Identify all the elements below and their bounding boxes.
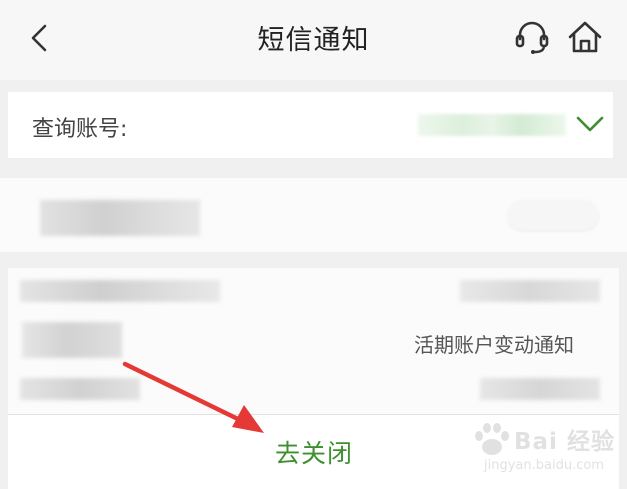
sms-toggle[interactable]: [508, 200, 598, 230]
baidu-watermark: Bai 经验 jingyan.baidu.com: [470, 418, 620, 484]
account-label: 查询账号:: [32, 117, 128, 142]
setting-label-blurred: [40, 200, 200, 236]
watermark-brand: Bai 经验: [514, 429, 615, 455]
home-icon[interactable]: [565, 17, 605, 57]
chevron-down-icon[interactable]: [574, 112, 606, 136]
paw-logo: [475, 423, 509, 455]
notify-type-value: 活期账户变动通知: [414, 333, 574, 357]
app-header: 短信通知: [0, 0, 627, 80]
headset-icon[interactable]: [512, 17, 552, 57]
watermark-url: jingyan.baidu.com: [484, 458, 604, 473]
detail-label-blurred: [20, 280, 220, 302]
notify-type-label-blurred: [22, 322, 122, 358]
go-close-link[interactable]: 去关闭: [275, 434, 353, 470]
detail-value-blurred-2: [480, 378, 600, 400]
detail-value-blurred: [460, 280, 600, 302]
account-selector[interactable]: 查询账号:: [8, 92, 613, 158]
account-number-blurred: [418, 114, 566, 136]
detail-label-blurred-2: [20, 378, 140, 400]
